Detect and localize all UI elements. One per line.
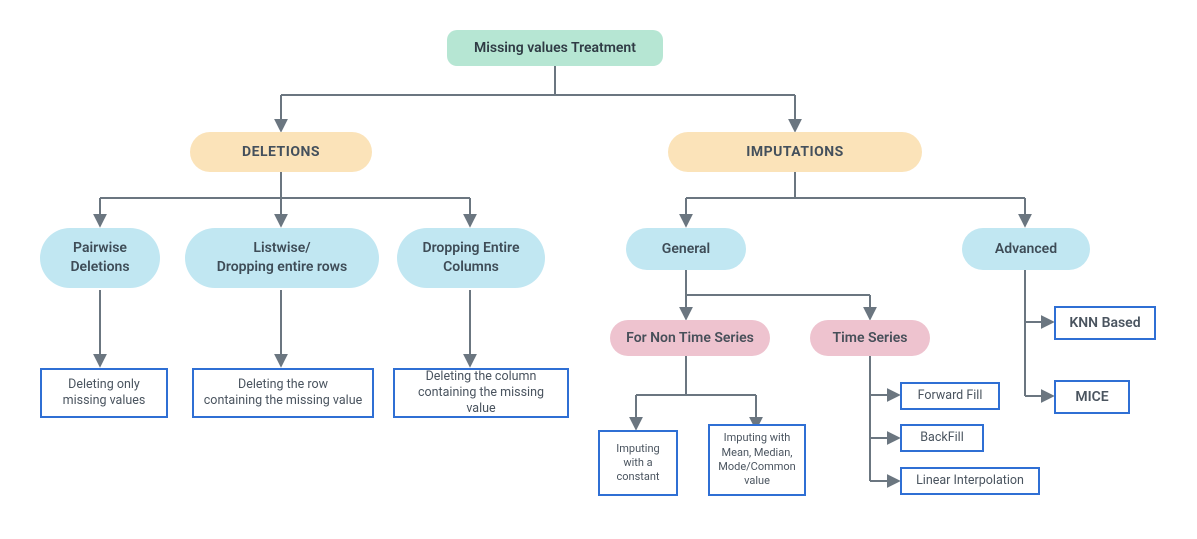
node-drop-columns: Dropping Entire Columns [397,228,545,288]
node-general: General [626,228,746,270]
node-advanced: Advanced [962,228,1090,270]
node-listwise: Listwise/ Dropping entire rows [185,228,379,288]
leaf-backfill: BackFill [900,424,984,452]
leaf-impute-mmm: Imputing with Mean, Median, Mode/Common … [708,424,806,496]
root-node: Missing values Treatment [447,30,663,66]
leaf-mice: MICE [1054,380,1130,414]
node-pairwise-deletions: Pairwise Deletions [40,228,160,288]
leaf-linear-interpolation: Linear Interpolation [900,467,1040,495]
leaf-forward-fill: Forward Fill [900,382,1000,410]
category-imputations: IMPUTATIONS [668,132,922,172]
leaf-impute-constant: Imputing with a constant [598,430,678,496]
category-deletions: DELETIONS [190,132,372,172]
leaf-deleting-only: Deleting only missing values [40,368,168,418]
leaf-deleting-column: Deleting the column containing the missi… [393,368,569,418]
node-non-time-series: For Non Time Series [610,320,770,356]
leaf-deleting-row: Deleting the row containing the missing … [192,368,374,418]
leaf-knn-based: KNN Based [1054,306,1156,340]
node-time-series: Time Series [810,320,930,356]
